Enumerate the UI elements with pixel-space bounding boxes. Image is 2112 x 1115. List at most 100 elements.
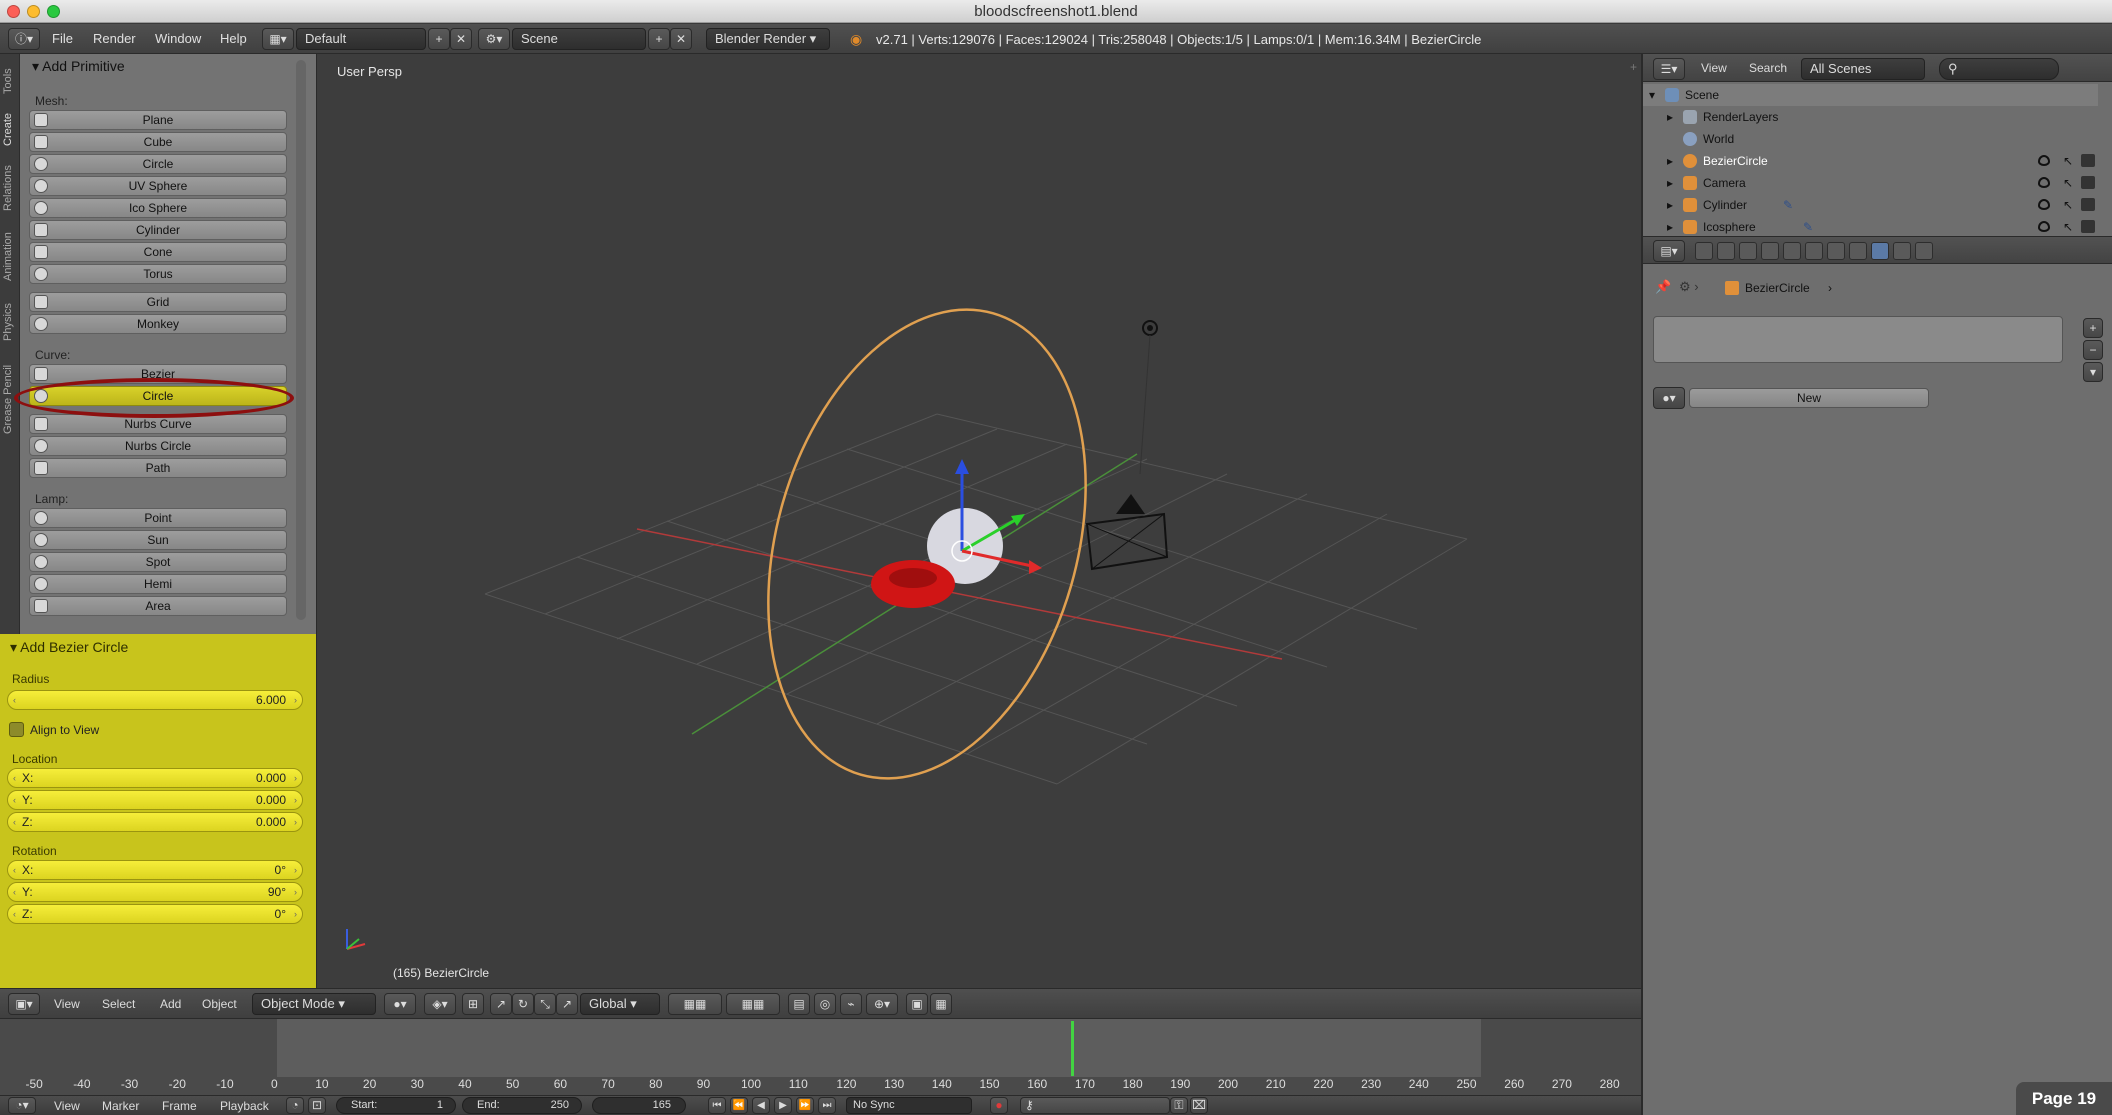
add-slot-icon[interactable]: + [2083,318,2103,338]
add-torus-button[interactable]: Torus [29,264,287,284]
material-tab-icon[interactable] [1871,242,1889,260]
expand-arrow-icon[interactable]: ▸ [1667,220,1673,234]
location-z-field[interactable]: ‹ Z: 0.000 › [7,812,303,832]
texture-tab-icon[interactable] [1893,242,1911,260]
orientation-icon[interactable]: ↗ [556,993,578,1015]
outliner-row-camera[interactable]: ▸ Camera ↖ [1643,172,2098,194]
opengl-anim-icon[interactable]: ▦ [930,993,952,1015]
minimize-window-button[interactable] [27,5,40,18]
remove-layout-icon[interactable]: ✕ [450,28,472,50]
add-mesh-circle-button[interactable]: Circle [29,154,287,174]
menu-timeline-view[interactable]: View [54,1099,80,1113]
material-browse-icon[interactable]: ●▾ [1653,387,1685,409]
snap-icon[interactable]: ⌁ [840,993,862,1015]
visibility-eye-icon[interactable] [2038,155,2050,166]
add-sun-lamp-button[interactable]: Sun [29,530,287,550]
expand-arrow-icon[interactable]: ▸ [1667,154,1673,168]
insert-keyframe-icon[interactable]: ⚿ [1170,1097,1188,1114]
rotation-x-field[interactable]: ‹ X: 0° › [7,860,303,880]
location-y-field[interactable]: ‹ Y: 0.000 › [7,790,303,810]
material-slots-list[interactable] [1653,316,2063,363]
manipulator-toggle-icon[interactable]: ⊞ [462,993,484,1015]
add-nurbs-circle-button[interactable]: Nurbs Circle [29,436,287,456]
select-cursor-icon[interactable]: ↖ [2063,176,2073,190]
scale-manipulator-icon[interactable]: ⤡ [534,993,556,1015]
menu-playback[interactable]: Playback [220,1099,269,1113]
properties-editor-icon[interactable]: ▤▾ [1653,240,1685,262]
tool-shelf-scrollbar[interactable] [296,60,306,620]
play-reverse-icon[interactable]: ◀ [752,1097,770,1114]
menu-view[interactable]: View [54,997,80,1011]
add-plane-button[interactable]: Plane [29,110,287,130]
expand-arrow-icon[interactable]: ▸ [1667,198,1673,212]
pin-icon[interactable]: 📌 [1655,279,1671,295]
menu-file[interactable]: File [52,31,73,46]
outliner-editor-icon[interactable]: ☰▾ [1653,58,1685,80]
start-frame-field[interactable]: Start: 1 [336,1097,456,1114]
menu-add[interactable]: Add [160,997,181,1011]
render-tab-icon[interactable] [1695,242,1713,260]
add-path-button[interactable]: Path [29,458,287,478]
preview-range-icon[interactable]: ⊡ [308,1097,326,1114]
modifiers-tab-icon[interactable] [1827,242,1845,260]
3d-viewport[interactable]: User Persp + (165) BezierCircle [316,54,1641,988]
menu-window[interactable]: Window [155,31,201,46]
record-icon[interactable]: ● [990,1097,1008,1114]
menu-render[interactable]: Render [93,31,136,46]
tab-physics[interactable]: Physics [2,296,18,348]
operator-header[interactable]: ▾ Add Bezier Circle [10,639,128,656]
add-cube-button[interactable]: Cube [29,132,287,152]
layers-grid-2[interactable]: ▦▦ [726,993,780,1015]
render-camera-icon[interactable] [2081,198,2095,211]
object-tab-icon[interactable] [1783,242,1801,260]
physics-tab-icon[interactable] [1915,242,1933,260]
outliner-menu-view[interactable]: View [1701,61,1727,75]
scene-selector-icon[interactable]: ⚙▾ [478,28,510,50]
translate-manipulator-icon[interactable]: ↗ [490,993,512,1015]
screen-layout-field[interactable]: Default [296,28,426,50]
visibility-eye-icon[interactable] [2038,199,2050,210]
menu-object[interactable]: Object [202,997,237,1011]
expand-arrow-icon[interactable]: ▸ [1667,176,1673,190]
jump-keyframe-back-icon[interactable]: ⏪ [730,1097,748,1114]
outliner-row-scene[interactable]: ▾ Scene [1643,84,2098,106]
maximize-window-button[interactable] [47,5,60,18]
render-camera-icon[interactable] [2081,154,2095,167]
jump-start-icon[interactable]: ⏮ [708,1097,726,1114]
opengl-render-icon[interactable]: ▣ [906,993,928,1015]
new-material-button[interactable]: New [1689,388,1929,408]
rotation-y-field[interactable]: ‹ Y: 90° › [7,882,303,902]
add-layout-icon[interactable]: + [428,28,450,50]
remove-slot-icon[interactable]: − [2083,340,2103,360]
add-primitive-header[interactable]: ▾ Add Primitive [32,58,125,75]
tab-relations[interactable]: Relations [2,158,18,218]
timeline-editor-icon[interactable]: ◔▾ [8,1097,36,1114]
rotation-z-field[interactable]: ‹ Z: 0° › [7,904,303,924]
jump-end-icon[interactable]: ⏭ [818,1097,836,1114]
add-cone-button[interactable]: Cone [29,242,287,262]
rotate-manipulator-icon[interactable]: ↻ [512,993,534,1015]
keying-icon[interactable]: ◔ [286,1097,304,1114]
interaction-mode-dropdown[interactable]: Object Mode ▾ [252,993,376,1015]
tab-tools[interactable]: Tools [2,60,18,102]
world-tab-icon[interactable] [1761,242,1779,260]
add-monkey-button[interactable]: Monkey [29,314,287,334]
tab-create[interactable]: Create [2,106,18,152]
end-frame-field[interactable]: End: 250 [462,1097,582,1114]
tab-animation[interactable]: Animation [2,224,18,290]
sync-mode-dropdown[interactable]: No Sync [846,1097,972,1114]
outliner-row-cylinder[interactable]: ▸ Cylinder ✎ ↖ [1643,194,2098,216]
proportional-edit-icon[interactable]: ◎ [814,993,836,1015]
keying-set-field[interactable]: ⚷ [1020,1097,1170,1114]
radius-field[interactable]: ‹ 6.000 › [7,690,303,710]
location-x-field[interactable]: ‹ X: 0.000 › [7,768,303,788]
outliner-search-input[interactable]: ⚲ [1939,58,2059,80]
scene-field[interactable]: Scene [512,28,646,50]
render-camera-icon[interactable] [2081,176,2095,189]
add-cylinder-button[interactable]: Cylinder [29,220,287,240]
select-cursor-icon[interactable]: ↖ [2063,198,2073,212]
add-scene-icon[interactable]: + [648,28,670,50]
3d-view-editor-icon[interactable]: ▣▾ [8,993,40,1015]
scene-tab-icon[interactable] [1739,242,1757,260]
constraints-tab-icon[interactable] [1805,242,1823,260]
